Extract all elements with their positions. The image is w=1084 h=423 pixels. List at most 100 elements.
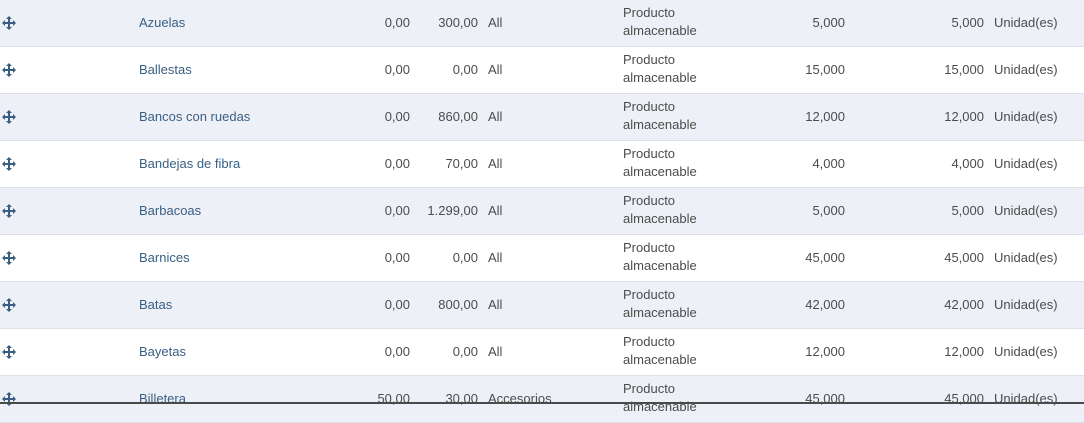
qty-on-hand: 45,000	[805, 391, 845, 406]
qty-on-hand: 5,000	[812, 15, 845, 30]
product-price: 30,00	[445, 391, 478, 406]
product-type: Producto almacenable	[623, 239, 733, 277]
product-cost: 0,00	[384, 62, 410, 77]
product-type: Producto almacenable	[623, 51, 733, 89]
qty-on-hand: 4,000	[812, 156, 845, 171]
qty-on-hand: 42,000	[805, 297, 845, 312]
forecast-qty: 12,000	[944, 344, 984, 359]
product-category: All	[488, 344, 503, 359]
product-cost: 0,00	[384, 109, 410, 124]
product-type: Producto almacenable	[623, 98, 733, 136]
qty-on-hand: 15,000	[805, 62, 845, 77]
qty-on-hand: 5,000	[812, 203, 845, 218]
table-row[interactable]: Ballestas 0,00 0,00 All Producto almacena…	[0, 47, 1084, 94]
product-type-line2: almacenable	[623, 164, 697, 179]
drag-handle-icon[interactable]	[2, 94, 16, 140]
forecast-qty: 45,000	[944, 250, 984, 265]
unit-of-measure: Unidad(es)	[994, 203, 1058, 218]
drag-handle-icon[interactable]	[2, 282, 16, 328]
product-name: Barbacoas	[139, 203, 202, 218]
product-category: All	[488, 62, 503, 77]
product-name: Bandejas de fibra	[139, 156, 241, 171]
product-type-line2: almacenable	[623, 23, 697, 38]
product-cost: 0,00	[384, 344, 410, 359]
product-type-line1: Producto	[623, 334, 676, 349]
drag-handle-icon[interactable]	[2, 141, 16, 187]
forecast-qty: 5,000	[951, 203, 984, 218]
table-row[interactable]: Batas 0,00 800,00 All Producto almacenabl…	[0, 282, 1084, 329]
product-category: All	[488, 156, 503, 171]
table-row[interactable]: Barbacoas 0,00 1.299,00 All Producto alma…	[0, 188, 1084, 235]
product-price: 800,00	[438, 297, 478, 312]
unit-of-measure: Unidad(es)	[994, 344, 1058, 359]
product-type-line2: almacenable	[623, 70, 697, 85]
unit-of-measure: Unidad(es)	[994, 62, 1058, 77]
product-name: Billetera	[139, 391, 186, 406]
product-price: 0,00	[452, 62, 478, 77]
product-category: All	[488, 297, 503, 312]
product-cost: 0,00	[384, 297, 410, 312]
product-price: 70,00	[445, 156, 478, 171]
product-type: Producto almacenable	[623, 380, 733, 418]
table-row[interactable]: Bancos con ruedas 0,00 860,00 All Produc…	[0, 94, 1084, 141]
unit-of-measure: Unidad(es)	[994, 109, 1058, 124]
table-row[interactable]: Bandejas de fibra 0,00 70,00 All Product…	[0, 141, 1084, 188]
unit-of-measure: Unidad(es)	[994, 15, 1058, 30]
drag-handle-icon[interactable]	[2, 47, 16, 93]
qty-on-hand: 12,000	[805, 344, 845, 359]
product-category: All	[488, 250, 503, 265]
drag-handle-icon[interactable]	[2, 376, 16, 422]
drag-handle-icon[interactable]	[2, 0, 16, 46]
product-type-line1: Producto	[623, 146, 676, 161]
product-price: 300,00	[438, 15, 478, 30]
product-price: 860,00	[438, 109, 478, 124]
product-cost: 50,00	[377, 391, 410, 406]
product-type-line1: Producto	[623, 287, 676, 302]
product-type: Producto almacenable	[623, 4, 733, 42]
product-type-line1: Producto	[623, 193, 676, 208]
product-category: All	[488, 15, 503, 30]
product-category: Accesorios	[488, 391, 552, 406]
forecast-qty: 42,000	[944, 297, 984, 312]
qty-on-hand: 12,000	[805, 109, 845, 124]
table-row[interactable]: Bayetas 0,00 0,00 All Producto almacenabl…	[0, 329, 1084, 376]
product-type-line1: Producto	[623, 240, 676, 255]
product-type-line2: almacenable	[623, 117, 697, 132]
product-type-line2: almacenable	[623, 211, 697, 226]
drag-handle-icon[interactable]	[2, 188, 16, 234]
product-name: Azuelas	[139, 15, 186, 30]
forecast-qty: 12,000	[944, 109, 984, 124]
product-cost: 0,00	[384, 15, 410, 30]
forecast-qty: 5,000	[951, 15, 984, 30]
product-type-line2: almacenable	[623, 258, 697, 273]
product-price: 1.299,00	[427, 203, 478, 218]
table-row[interactable]: Billetera 50,00 30,00 Accesorios Product…	[0, 376, 1084, 423]
product-price: 0,00	[452, 344, 478, 359]
qty-on-hand: 45,000	[805, 250, 845, 265]
product-cost: 0,00	[384, 203, 410, 218]
product-type: Producto almacenable	[623, 333, 733, 371]
forecast-qty: 4,000	[951, 156, 984, 171]
product-list: Azuelas 0,00 300,00 All Producto almacena…	[0, 0, 1084, 423]
unit-of-measure: Unidad(es)	[994, 156, 1058, 171]
unit-of-measure: Unidad(es)	[994, 297, 1058, 312]
product-type-line1: Producto	[623, 381, 676, 396]
product-type-line1: Producto	[623, 5, 676, 20]
product-type-line2: almacenable	[623, 305, 697, 320]
table-row[interactable]: Barnices 0,00 0,00 All Producto almacenab…	[0, 235, 1084, 282]
product-type-line1: Producto	[623, 52, 676, 67]
drag-handle-icon[interactable]	[2, 235, 16, 281]
product-type: Producto almacenable	[623, 192, 733, 230]
product-type: Producto almacenable	[623, 145, 733, 183]
product-category: All	[488, 203, 503, 218]
product-category: All	[488, 109, 503, 124]
product-type: Producto almacenable	[623, 286, 733, 324]
unit-of-measure: Unidad(es)	[994, 250, 1058, 265]
product-name: Bancos con ruedas	[139, 109, 251, 124]
product-type-line2: almacenable	[623, 352, 697, 367]
product-price: 0,00	[452, 250, 478, 265]
product-name: Bayetas	[139, 344, 186, 359]
table-row[interactable]: Azuelas 0,00 300,00 All Producto almacena…	[0, 0, 1084, 47]
product-cost: 0,00	[384, 250, 410, 265]
drag-handle-icon[interactable]	[2, 329, 16, 375]
